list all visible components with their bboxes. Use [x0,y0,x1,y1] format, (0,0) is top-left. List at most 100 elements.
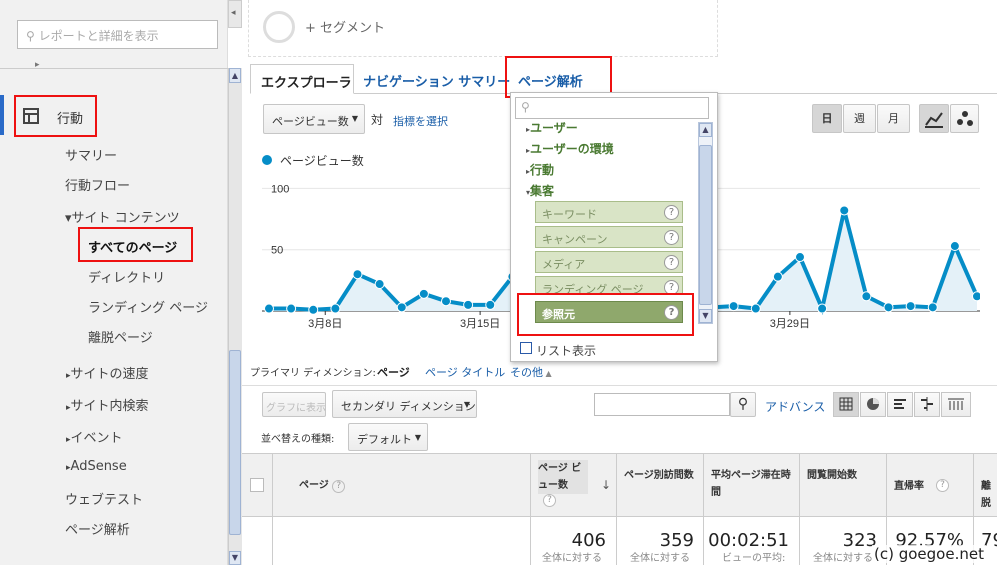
tab-explorer[interactable]: エクスプローラ [250,64,354,94]
data-point [795,252,805,263]
compare-view-button[interactable] [914,392,940,417]
legend-dot [262,155,272,165]
search-button[interactable]: ⚲ [730,392,756,417]
secondary-dimension-select[interactable]: セカンダリ ディメンション ▼ [332,390,477,418]
col-entrances-header[interactable]: 閲覧開始数 [807,467,883,484]
data-point [463,299,474,310]
table-view-button[interactable] [833,392,859,417]
sidebar-item-flow[interactable]: 行動フロー [65,175,130,194]
total-avg-time: 00:02:51 [708,530,789,551]
sidebar-item-all-pages[interactable]: すべてのページ [88,237,177,256]
search-icon: ⚲ [521,100,530,114]
scroll-down-icon[interactable]: ▼ [229,551,241,565]
data-point [374,279,385,290]
list-view-checkbox[interactable] [520,342,532,354]
scroll-up-icon[interactable]: ▲ [699,123,712,137]
sort-select[interactable]: デフォルト ▼ [348,423,428,451]
dropdown-search-input[interactable]: ⚲ [515,97,709,119]
dd-category-environment[interactable]: ▸ユーザーの環境 [526,140,614,157]
sidebar-item-site-search[interactable]: ▸サイト内検索 [66,395,149,414]
table-filter-input[interactable] [594,393,730,416]
dd-category-acquisition[interactable]: ▾集客 [526,182,554,199]
select-all-checkbox[interactable] [250,478,264,492]
behavior-icon [23,108,39,124]
sidebar-item-exit[interactable]: 離脱ページ [88,327,153,346]
tab-nav-summary[interactable]: ナビゲーション サマリー [363,71,510,90]
sidebar-item-site-content[interactable]: ▾サイト コンテンツ [65,207,180,226]
scroll-up-icon[interactable]: ▲ [229,68,241,83]
collapse-sidebar-button[interactable]: ◂ [228,0,242,28]
dropdown-scroll-thumb[interactable] [699,145,712,305]
bar-view-button[interactable] [887,392,913,417]
dd-category-users[interactable]: ▸ユーザー [526,119,578,136]
pie-view-button[interactable] [860,392,886,417]
col-exit-header[interactable]: 離脱 [981,478,997,512]
month-button[interactable]: 月 [877,104,910,133]
search-icon: ⚲ [737,396,749,412]
col-bounce-header[interactable]: 直帰率 [894,478,924,495]
highlight-box [517,293,694,336]
metric-select[interactable]: ページビュー数 ▼ [263,104,365,134]
data-point [861,291,872,302]
total-unique-pv: 359 [659,530,694,551]
total-time-sub: ビューの平均: [722,553,786,564]
chevron-down-icon: ▼ [463,400,470,409]
data-point [330,303,341,314]
sidebar-item-behavior[interactable]: 行動 [57,108,83,127]
divider [272,453,273,565]
dd-category-behavior[interactable]: ▸行動 [526,161,554,178]
data-point [750,303,761,314]
sidebar-item-webtest[interactable]: ウェブテスト [65,489,143,508]
motion-chart-button[interactable] [950,104,979,133]
col-page-header[interactable]: ページ ? [299,477,346,494]
help-icon[interactable]: ? [936,479,949,492]
add-segment-button[interactable]: + セグメント [305,17,385,36]
select-metric-link[interactable]: 指標を選択 [393,113,448,129]
vs-label: 対 [371,113,384,127]
dd-option-campaign[interactable]: キャンペーン? [535,226,683,248]
secondary-dimension-label: セカンダリ ディメンション [341,400,476,413]
help-icon[interactable]: ? [332,480,346,493]
dd-option-medium[interactable]: メディア? [535,251,683,273]
help-icon[interactable]: ? [664,205,679,220]
total-upv-sub: 全体に対する [630,553,690,564]
col-time-header[interactable]: 平均ページ滞在時間 [711,467,795,501]
dimension-other[interactable]: その他 ▲ [510,364,552,380]
list-view-label: リスト表示 [536,344,597,358]
chevron-down-icon: ▼ [414,433,421,442]
data-point [352,269,363,280]
dimension-page[interactable]: ページ [377,364,410,380]
pivot-view-button[interactable] [941,392,971,417]
sidebar-item-site-speed[interactable]: ▸サイトの速度 [66,363,149,382]
sidebar-item-directory[interactable]: ディレクトリ [88,267,165,286]
dd-option-landing[interactable]: ランディング ページ? [535,276,683,294]
help-icon[interactable]: ? [664,230,679,245]
total-pv-sub: 全体に対する [542,553,602,564]
divider [242,385,997,386]
dimension-page-title[interactable]: ページ タイトル [425,364,505,380]
sidebar-item-summary[interactable]: サマリー [65,145,117,164]
sidebar-item-page-analysis[interactable]: ページ解析 [65,519,130,538]
dd-option-keyword[interactable]: キーワード? [535,201,683,223]
sidebar-divider [0,68,228,69]
help-icon[interactable]: ? [664,255,679,270]
plot-rows-button[interactable]: グラフに表示 [262,392,326,417]
advanced-link[interactable]: アドバンス [765,398,825,415]
col-upv-header[interactable]: ページ別訪問数 [624,467,698,484]
segment-circle-icon [263,11,295,43]
report-search-input[interactable]: ⚲ レポートと詳細を表示 [17,20,218,49]
day-button[interactable]: 日 [812,104,842,133]
col-pv-header[interactable]: ページ ビュー数 [538,460,588,494]
sidebar-item-landing[interactable]: ランディング ページ [88,297,208,316]
help-icon[interactable]: ? [543,494,556,507]
data-point [905,301,916,312]
sidebar-item-events[interactable]: ▸イベント [66,427,123,446]
help-icon[interactable]: ? [664,280,679,293]
sidebar-item-adsense[interactable]: ▸AdSense [66,459,127,474]
scroll-down-icon[interactable]: ▼ [699,309,712,323]
line-chart-button[interactable] [919,104,949,133]
bubble-chart-icon [957,111,973,126]
week-button[interactable]: 週 [843,104,876,133]
search-placeholder: レポートと詳細を表示 [38,29,159,43]
sidebar-scroll-thumb[interactable] [229,350,241,535]
